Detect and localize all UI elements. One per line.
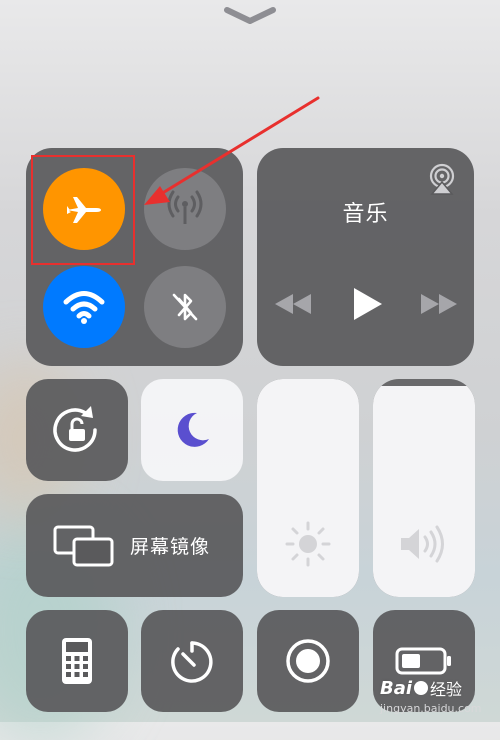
wifi-icon (63, 291, 105, 324)
moon-icon (177, 412, 209, 447)
rewind-icon (275, 294, 311, 314)
screen-record-icon (286, 639, 330, 683)
music-title: 音乐 (342, 202, 389, 227)
rotation-lock-button[interactable] (26, 379, 128, 481)
chevron-down-icon (224, 7, 276, 24)
grabber-chevron[interactable] (220, 2, 280, 28)
annotation-highlight-box (31, 155, 135, 265)
screen-mirroring-button[interactable]: 屏幕镜像 (26, 494, 243, 597)
baidu-watermark: Bai 经验 jingyan.baidu.com (380, 676, 498, 720)
watermark-url: jingyan.baidu.com (380, 702, 482, 715)
screen-mirroring-label: 屏幕镜像 (130, 536, 211, 558)
airplay-button[interactable] (425, 162, 459, 196)
speaker-icon (401, 525, 444, 563)
timer-button[interactable] (141, 610, 243, 712)
bluetooth-off-icon (172, 293, 198, 321)
screen-mirroring-icon (53, 525, 114, 567)
battery-icon (395, 647, 451, 675)
calculator-button[interactable] (26, 610, 128, 712)
rotation-lock-icon (53, 406, 97, 452)
screen-record-button[interactable] (257, 610, 359, 712)
fast-forward-icon (421, 294, 457, 314)
airplay-icon (429, 163, 455, 195)
calculator-icon (62, 638, 92, 684)
music-panel[interactable]: 音乐 (257, 148, 474, 366)
sun-icon (285, 521, 331, 567)
timer-icon (171, 641, 213, 683)
brightness-slider[interactable] (257, 379, 359, 597)
play-icon (354, 288, 382, 320)
watermark-brand-suffix: 经验 (430, 680, 463, 699)
play-button[interactable] (349, 286, 385, 322)
bluetooth-button[interactable] (144, 266, 226, 348)
do-not-disturb-button[interactable] (141, 379, 243, 481)
watermark-brand-prefix: Bai (380, 677, 413, 699)
rewind-button[interactable] (273, 290, 313, 318)
wifi-button[interactable] (43, 266, 125, 348)
paw-icon (414, 681, 429, 695)
volume-slider[interactable] (373, 379, 475, 597)
fast-forward-button[interactable] (419, 290, 459, 318)
